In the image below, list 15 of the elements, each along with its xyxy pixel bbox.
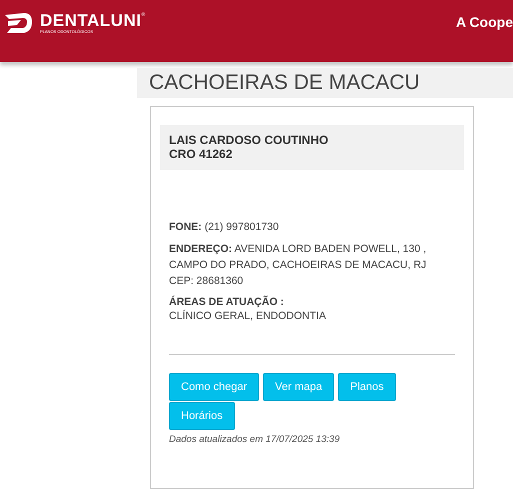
areas-label: ÁREAS DE ATUAÇÃO : (169, 295, 285, 309)
action-button[interactable]: Como chegar (169, 373, 260, 401)
city-title: CACHOEIRAS DE MACACU (137, 68, 513, 98)
brand-name: DENTALUNI (40, 12, 142, 29)
action-button[interactable]: Ver mapa (263, 373, 334, 401)
logo-icon (4, 12, 34, 34)
nav-link[interactable]: A Coope (456, 14, 513, 30)
areas-value: CLÍNICO GERAL, ENDODONTIA (169, 309, 327, 323)
action-button[interactable]: Horários (169, 402, 235, 430)
update-note: Dados atualizados em 17/07/2025 13:39 (169, 434, 341, 445)
address-text: ENDEREÇO: AVENIDA LORD BADEN POWELL, 130 , CAMPO DO PRADO, CACHOEIRAS DE MACACU, RJ CEP: 28681360 (169, 242, 428, 289)
dentist-name: LAIS CARDOSO COUTINHO (169, 133, 330, 147)
cro-number: CRO 41262 (169, 147, 234, 161)
action-button[interactable]: Planos (338, 373, 396, 401)
phone-text: FONE: (21) 997801730 (169, 220, 280, 235)
